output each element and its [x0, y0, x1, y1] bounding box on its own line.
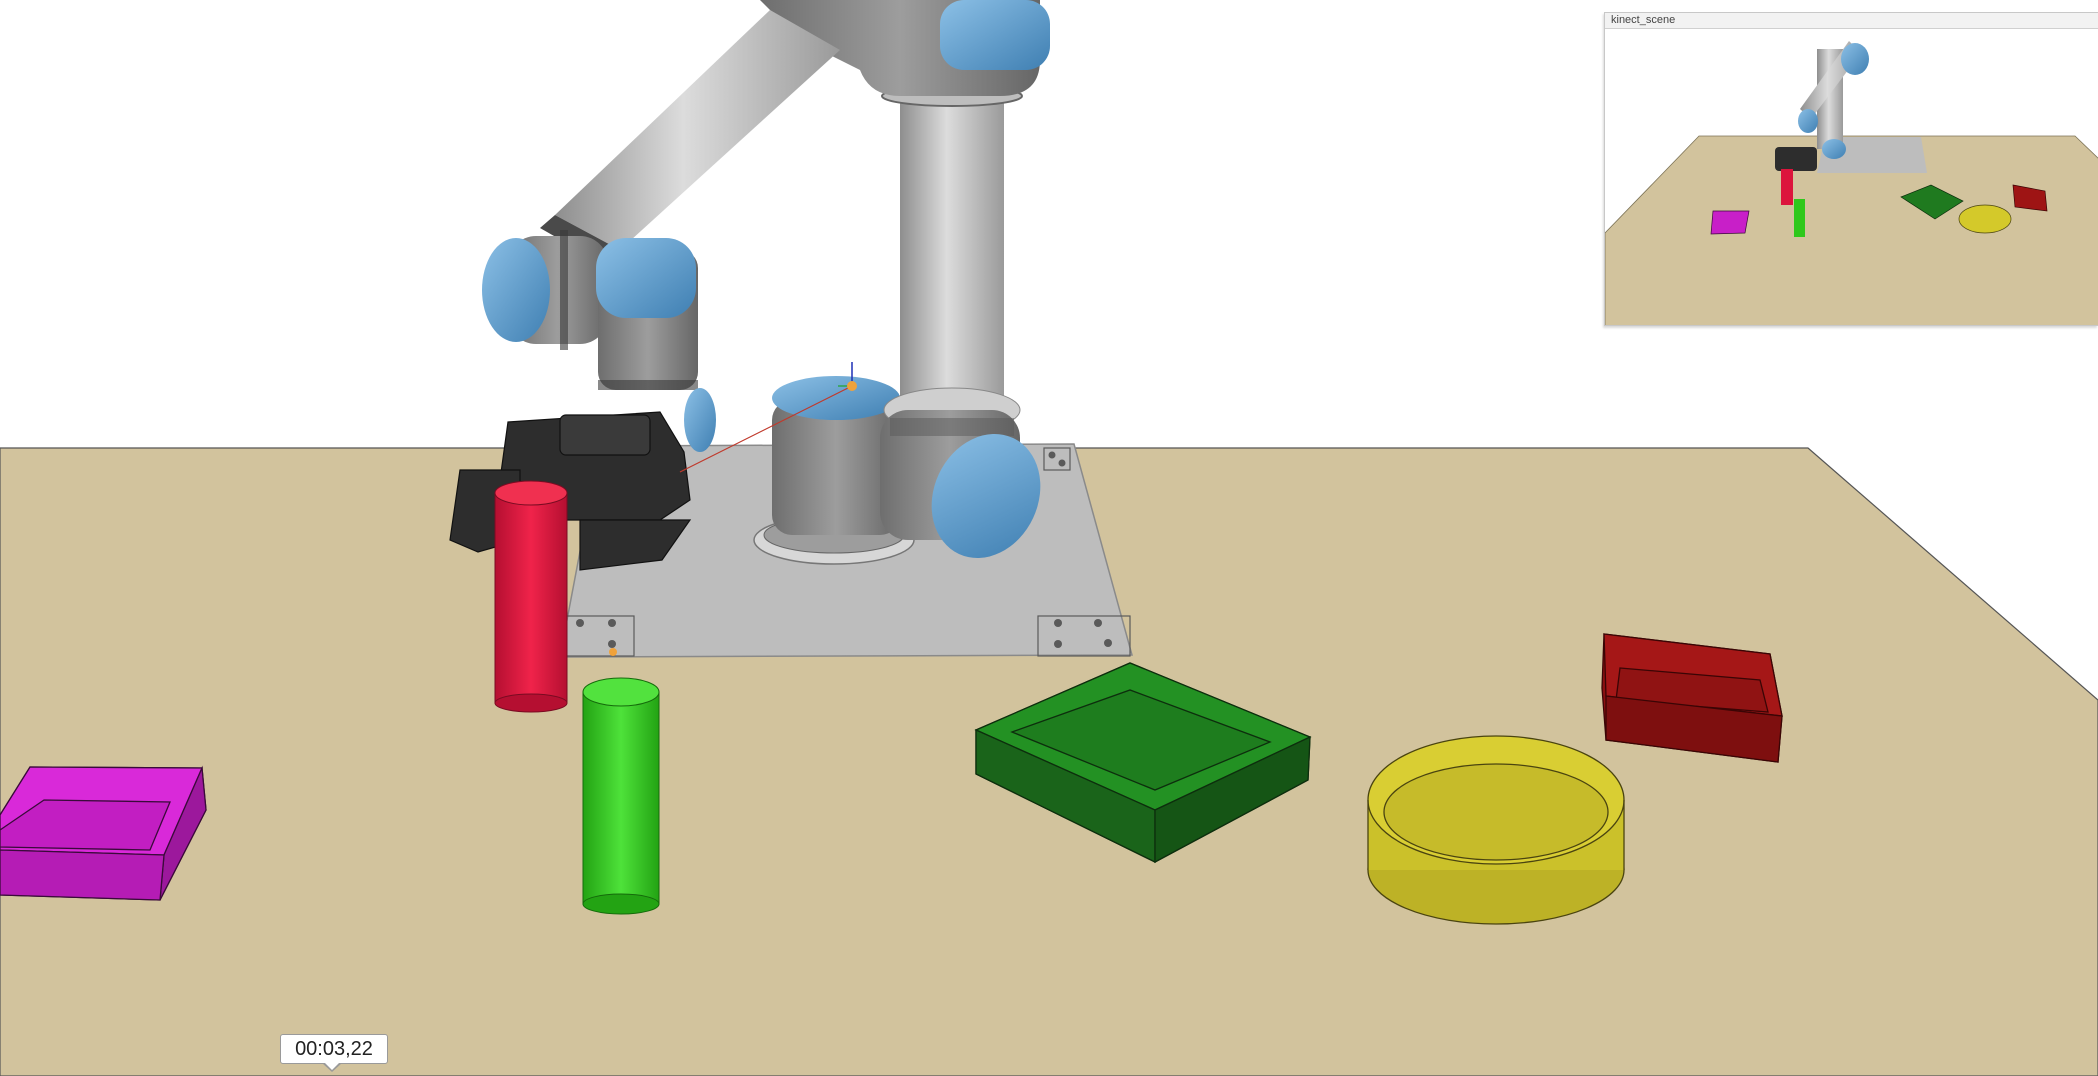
kinect-scene-view[interactable]: kinect_scene	[1604, 12, 2098, 326]
kinect-scene-render	[1605, 41, 2098, 325]
simulation-app: kinect_scene 00:03,22	[0, 0, 2098, 1076]
playback-time-display: 00:03,22	[280, 1034, 388, 1064]
kinect-scene-title: kinect_scene	[1605, 13, 2098, 29]
3d-viewport[interactable]: kinect_scene 00:03,22	[0, 0, 2098, 1076]
robot-upper-link	[881, 85, 1023, 433]
green-cylinder	[582, 677, 660, 915]
timer-pointer-inner	[324, 1062, 340, 1070]
red-box	[1601, 633, 1783, 763]
robot-wrist-1	[482, 230, 608, 350]
red-cylinder	[494, 480, 568, 713]
yellow-bowl	[1367, 735, 1625, 925]
robot-forearm	[540, 10, 840, 265]
